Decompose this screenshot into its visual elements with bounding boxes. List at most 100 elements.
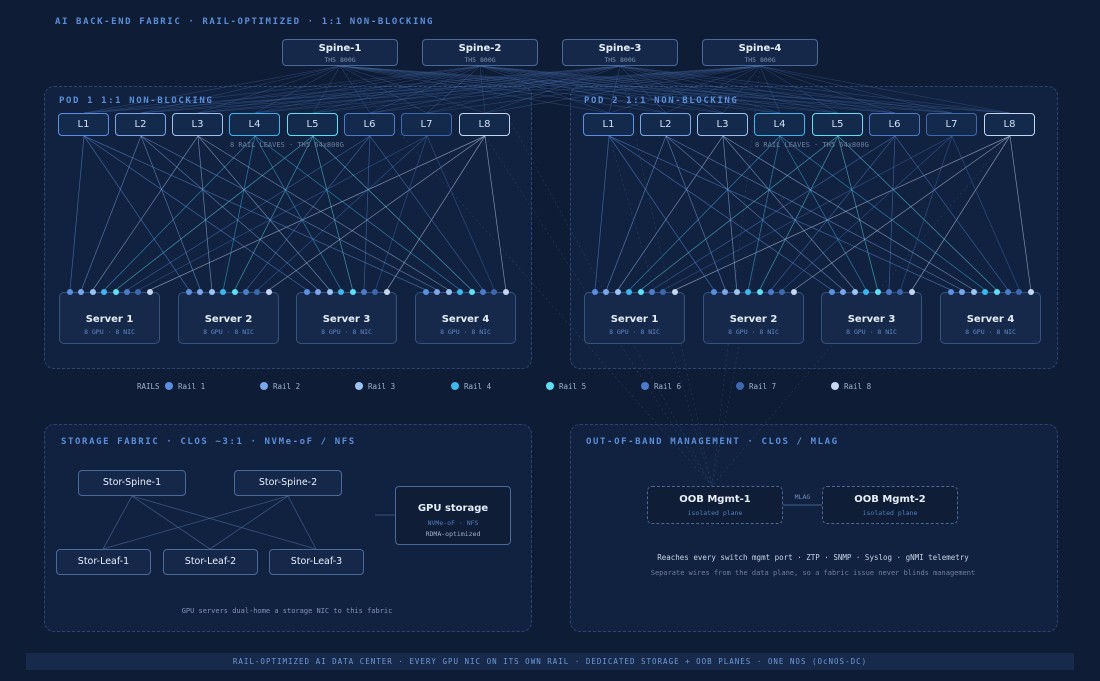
pod-2-leaf-1[interactable]: L1: [583, 113, 634, 136]
pod-2-rail-6-server-1-link: [651, 135, 896, 291]
pod-1-leaf-8[interactable]: L8: [459, 113, 510, 136]
oob-separation-text: Separate wires from the data plane, so a…: [650, 569, 976, 577]
pod-2-rail-4-server-1-link: [628, 135, 781, 291]
pod-1-rail-2-server-3-link: [140, 135, 319, 291]
rail-6-dot: [641, 382, 649, 390]
pod-2-server-2[interactable]: Server 2 8 GPU · 8 NIC: [703, 292, 804, 344]
pod-1-rail-6-server-4-link: [369, 135, 484, 291]
stor-leaf-3[interactable]: Stor-Leaf-3: [269, 549, 364, 575]
pod-2-leaf-3[interactable]: L3: [697, 113, 748, 136]
pod-1-rail-2-server-4-link: [140, 135, 438, 291]
pod-1-rail-4-server-2-link: [222, 135, 256, 291]
legend-rail-4: Rail 4: [451, 382, 491, 391]
pod-1-server-1-nic-3: [89, 289, 96, 295]
pod-1-server-3-nic-1: [304, 289, 310, 295]
pod-1-leaf-5[interactable]: L5: [287, 113, 338, 136]
pod-2-leaf-7[interactable]: L7: [926, 113, 977, 136]
stor-leaf-1[interactable]: Stor-Leaf-1: [56, 549, 151, 575]
pod-2-rail-5-server-3-link: [837, 135, 878, 291]
pod-2-title: POD 2 1:1 NON-BLOCKING: [584, 96, 739, 106]
stor-spine-1[interactable]: Stor-Spine-1: [78, 470, 186, 496]
pod-2-server-4-nic-8: [1027, 289, 1034, 295]
pod-2-leaf-5[interactable]: L5: [812, 113, 863, 136]
pod-1-server-3[interactable]: Server 3 8 GPU · 8 NIC: [296, 292, 397, 344]
stor-spine-1-leaf-2-link: [131, 495, 211, 550]
pod-2-server-1-nic-6: [649, 289, 655, 295]
pod-1-server-2[interactable]: Server 2 8 GPU · 8 NIC: [178, 292, 279, 344]
pod-1-leaf-3[interactable]: L3: [172, 113, 223, 136]
gpu-storage-protocols: NVMe-oF · NFS: [427, 519, 479, 527]
pod-1-server-1-nic-8: [146, 289, 153, 295]
legend-rail-label: Rail 7: [749, 382, 777, 391]
pod-1-rail-6-server-2-link: [245, 135, 371, 291]
spine-3[interactable]: Spine-3 TH5 800G: [562, 39, 678, 66]
pod-1-leaf-6[interactable]: L6: [344, 113, 395, 136]
pod-2-server-1-nic-3: [614, 289, 621, 295]
pod-1-leaf-4[interactable]: L4: [229, 113, 280, 136]
spine-4-pod-2-leaf-7-link: [759, 65, 953, 114]
pod-1-leaf-1[interactable]: L1: [58, 113, 109, 136]
oob-mgmt-1[interactable]: OOB Mgmt-1 isolated plane: [647, 486, 783, 524]
pod-2-server-1[interactable]: Server 1 8 GPU · 8 NIC: [584, 292, 685, 344]
gpu-storage-name: GPU storage: [417, 503, 489, 514]
pod-2-server-4-nic-5: [993, 289, 1000, 295]
pod-1-server-2-nic-3: [208, 289, 215, 295]
pod-2-leaf-8[interactable]: L8: [984, 113, 1035, 136]
pod-2-server-3[interactable]: Server 3 8 GPU · 8 NIC: [821, 292, 922, 344]
server-spec: 8 GPU · 8 NIC: [203, 328, 254, 336]
legend-rail-2: Rail 2: [260, 382, 300, 391]
rail-3-dot: [355, 382, 363, 390]
rail-8-dot: [831, 382, 839, 390]
stor-spine-2-leaf-1-link: [102, 495, 289, 550]
pod-1-leaf-2[interactable]: L2: [115, 113, 166, 136]
oob-mgmt-2[interactable]: OOB Mgmt-2 isolated plane: [822, 486, 958, 524]
spine-name: Spine-2: [458, 43, 502, 54]
pod-2-server-3-nic-6: [886, 289, 892, 295]
pod-2-rail-3-server-4-link: [722, 135, 974, 291]
stor-leaf-2[interactable]: Stor-Leaf-2: [163, 549, 258, 575]
server-spec: 8 GPU · 8 NIC: [321, 328, 372, 336]
rail-2-dot: [260, 382, 268, 390]
spine-model: TH5 800G: [464, 56, 496, 64]
server-name: Server 1: [610, 314, 659, 325]
server-name: Server 4: [966, 314, 1015, 325]
legend-label: RAILS: [137, 382, 160, 391]
legend-rail-7: Rail 7: [736, 382, 776, 391]
oob-node-sub: isolated plane: [862, 509, 918, 517]
gpu-storage[interactable]: GPU storage NVMe-oF · NFS RDMA-optimized: [395, 486, 511, 545]
legend-rail-label: Rail 8: [844, 382, 872, 391]
pod-1-server-4-nic-6: [480, 289, 486, 295]
legend-rail-label: Rail 3: [368, 382, 396, 391]
pod-1-rail-4-server-1-link: [103, 135, 256, 291]
server-name: Server 2: [729, 314, 778, 325]
pod-2-server-3-nic-5: [874, 289, 881, 295]
pod-1-rail-3-server-4-link: [197, 135, 449, 291]
pod-2-leaf-6[interactable]: L6: [869, 113, 920, 136]
spine-2[interactable]: Spine-2 TH5 800G: [422, 39, 538, 66]
pod-2-rail-2-server-4-link: [665, 135, 963, 291]
server-spec: 8 GPU · 8 NIC: [609, 328, 660, 336]
pod-1-server-1[interactable]: Server 1 8 GPU · 8 NIC: [59, 292, 160, 344]
storage-title: STORAGE FABRIC · CLOS ~3:1 · NVMe-oF / N…: [61, 437, 356, 447]
pod-1-server-2-nic-6: [243, 289, 249, 295]
fabric-title: AI BACK-END FABRIC · RAIL-OPTIMIZED · 1:…: [55, 17, 434, 27]
pod-2-server-3-nic-8: [908, 289, 915, 295]
spine-4[interactable]: Spine-4 TH5 800G: [702, 39, 818, 66]
pod-1-server-4[interactable]: Server 4 8 GPU · 8 NIC: [415, 292, 516, 344]
pod-1-server-1-nic-5: [112, 289, 119, 295]
pod-2-server-2-nic-8: [790, 289, 797, 295]
pod-2-server-2-nic-1: [711, 289, 717, 295]
pod-2-server-4[interactable]: Server 4 8 GPU · 8 NIC: [940, 292, 1041, 344]
stor-spine-2[interactable]: Stor-Spine-2: [234, 470, 342, 496]
spine-name: Spine-3: [598, 43, 642, 54]
pod-1-leaf-7[interactable]: L7: [401, 113, 452, 136]
spine-1[interactable]: Spine-1 TH5 800G: [282, 39, 398, 66]
pod-2-leaf-4[interactable]: L4: [754, 113, 805, 136]
pod-2-rail-8-server-4-link: [1009, 135, 1032, 291]
spine-4-pod-2-leaf-8-link: [759, 65, 1011, 114]
stor-spine-2-leaf-2-link: [209, 495, 289, 550]
legend-rail-1: Rail 1: [165, 382, 205, 391]
pod-2-leaf-2[interactable]: L2: [640, 113, 691, 136]
pod-2-rail-6-server-2-link: [770, 135, 896, 291]
rail-4-dot: [451, 382, 459, 390]
